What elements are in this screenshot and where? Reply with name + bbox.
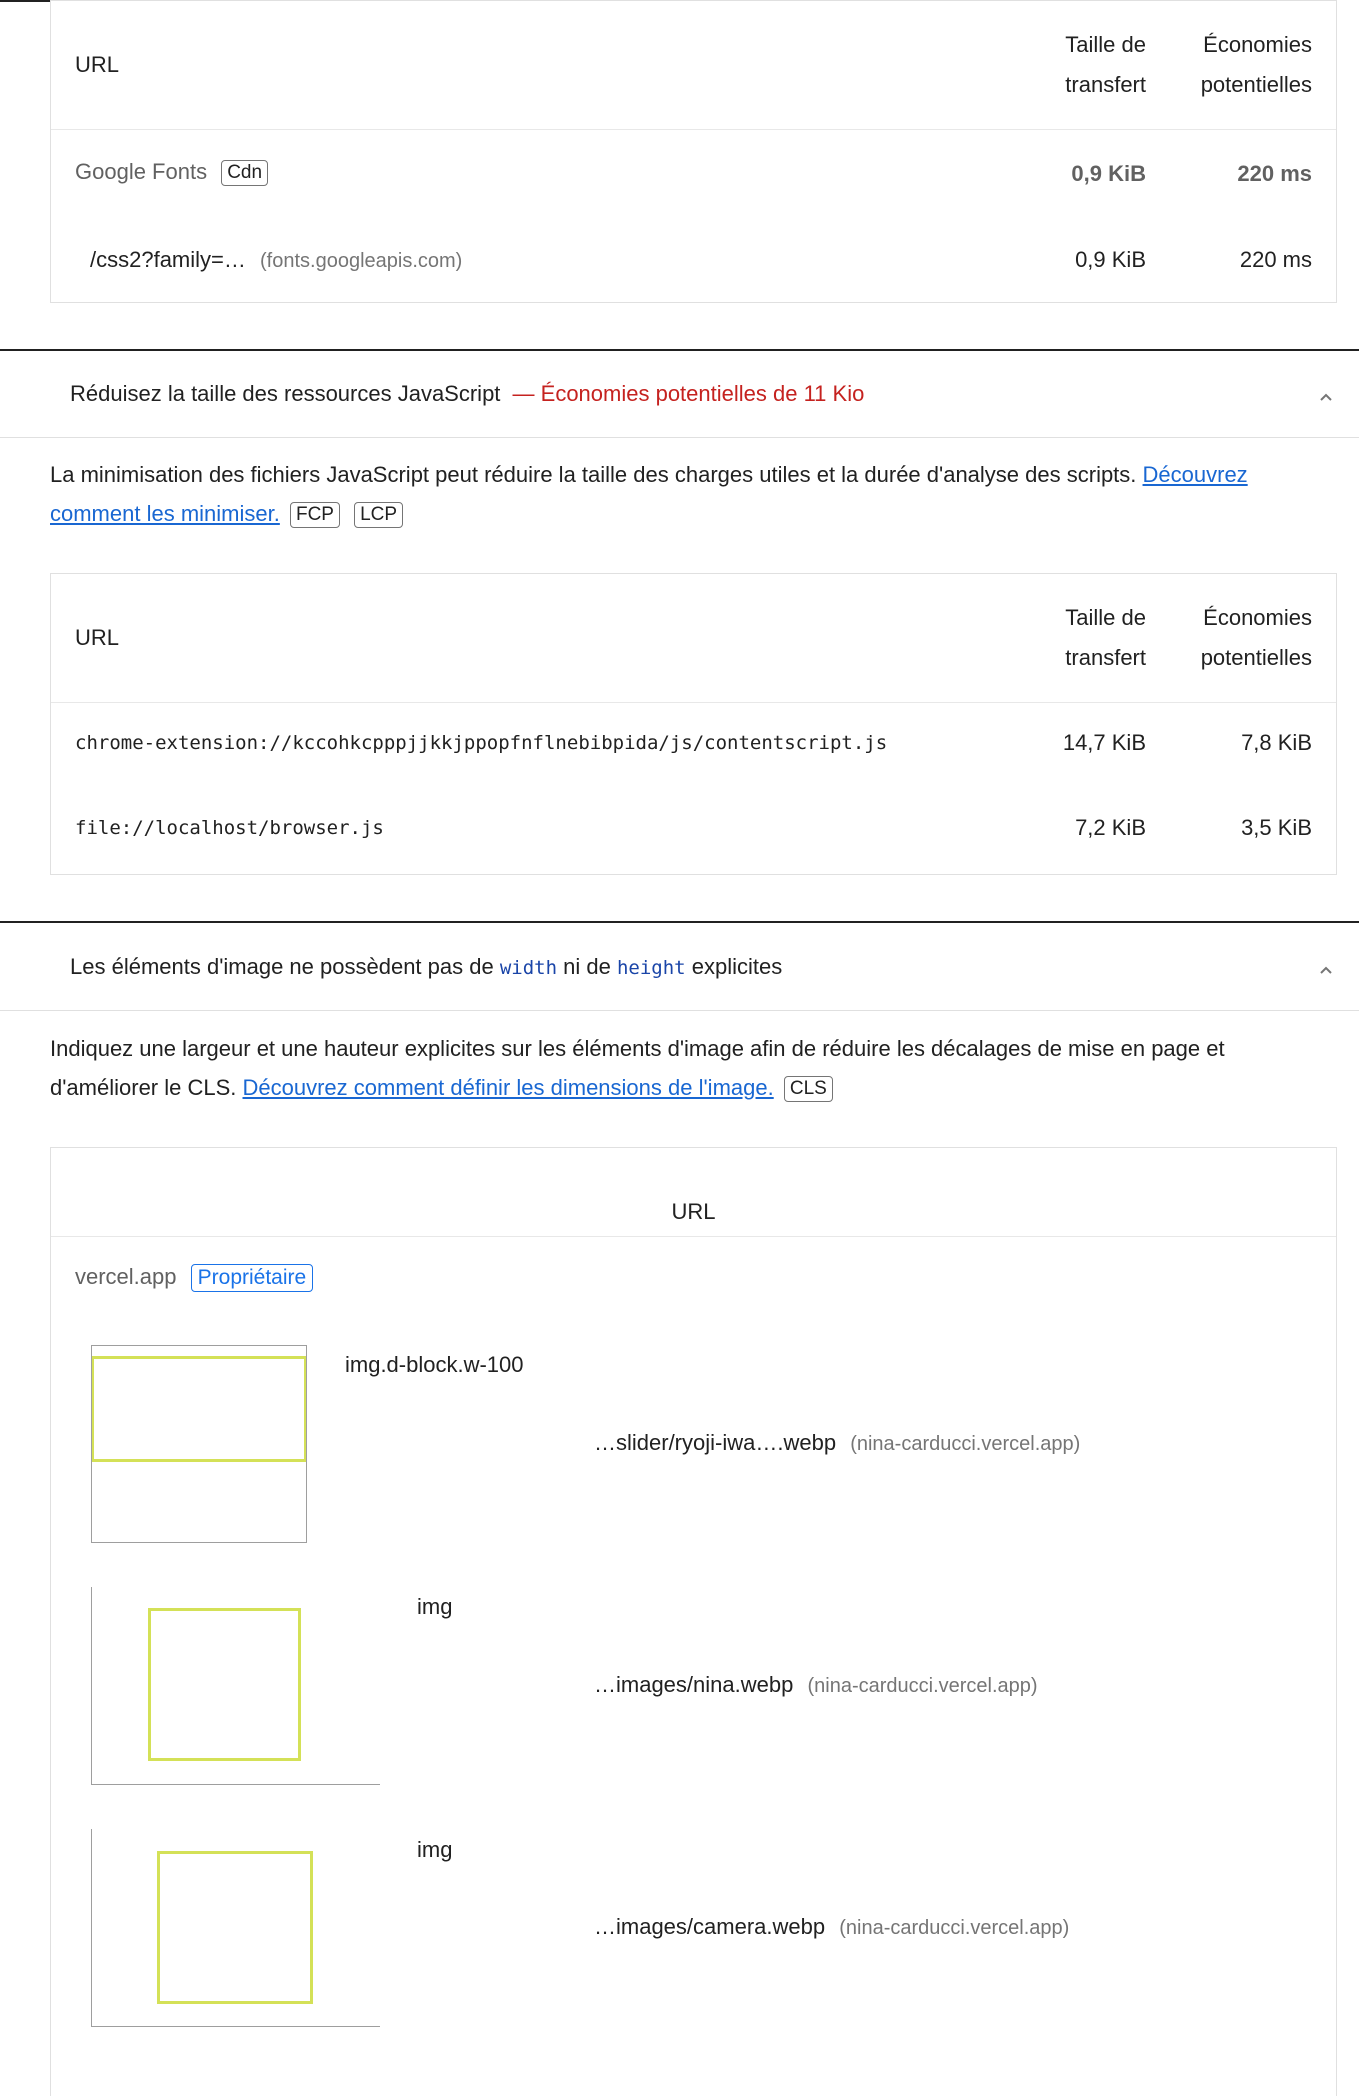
code-height: height — [616, 957, 686, 979]
top-divider — [0, 0, 50, 2]
chevron-up-icon[interactable] — [1319, 963, 1333, 977]
resource-url[interactable]: chrome-extension://kccohkcpppjjkkjppopfn… — [75, 732, 887, 754]
metric-tag-fcp: FCP — [289, 502, 340, 529]
transfer-size: 14,7 KiB — [1062, 730, 1146, 755]
resource-url[interactable]: file://localhost/browser.js — [75, 817, 384, 839]
column-header-savings: Économies potentielles — [1200, 32, 1312, 97]
unsized-images-table: URL vercel.app Propriétaire img.d-block.… — [50, 1147, 1337, 2096]
audit-divider — [0, 349, 1359, 351]
group-transfer-size: 0,9 KiB — [1071, 161, 1146, 186]
potential-savings: 7,8 KiB — [1241, 730, 1312, 755]
resource-url[interactable]: …images/camera.webp — [594, 1914, 825, 1939]
audit-header-separator — [0, 1010, 1359, 1011]
column-header-url: URL — [75, 52, 120, 77]
metric-tag-lcp: LCP — [354, 502, 404, 529]
resource-url[interactable]: /css2?family=… — [90, 247, 246, 272]
learn-more-link-continued[interactable]: comment les minimiser. — [50, 501, 280, 526]
learn-more-link[interactable]: Découvrez — [1143, 462, 1248, 487]
audit-description: La minimisation des fichiers JavaScript … — [50, 455, 1340, 533]
header-separator — [51, 129, 1336, 130]
audit-savings: — Économies potentielles de 11 Kio — [506, 381, 865, 406]
column-header-transfer-size: Taille de transfert — [1065, 32, 1146, 97]
element-selector: img — [417, 1594, 453, 1619]
cdn-badge: Cdn — [221, 160, 269, 187]
resource-host: (nina-carducci.vercel.app) — [807, 1675, 1038, 1697]
first-party-badge: Propriétaire — [190, 1264, 314, 1293]
transfer-size: 7,2 KiB — [1075, 815, 1146, 840]
learn-more-link[interactable]: Découvrez comment définir les dimensions… — [243, 1075, 774, 1100]
audit-description: Indiquez une largeur et une hauteur expl… — [50, 1029, 1340, 1107]
resource-url[interactable]: …images/nina.webp — [594, 1672, 793, 1697]
resource-host: (nina-carducci.vercel.app) — [850, 1433, 1081, 1455]
group-savings: 220 ms — [1237, 161, 1312, 186]
image-thumbnail[interactable] — [91, 1345, 307, 1543]
element-selector: img.d-block.w-100 — [345, 1352, 524, 1377]
potential-savings: 3,5 KiB — [1241, 815, 1312, 840]
resource-host: (fonts.googleapis.com) — [260, 250, 463, 272]
metric-tag-cls: CLS — [783, 1076, 833, 1103]
transfer-size: 0,9 KiB — [1075, 247, 1146, 272]
entity-name: Google Fonts — [75, 159, 208, 184]
audit-title[interactable]: Réduisez la taille des ressources JavaSc… — [70, 381, 864, 407]
column-header-url: URL — [75, 625, 120, 650]
image-thumbnail[interactable] — [91, 1587, 380, 1785]
resource-host: (nina-carducci.vercel.app) — [839, 1917, 1070, 1939]
chevron-up-icon[interactable] — [1319, 390, 1333, 404]
header-separator — [51, 1236, 1336, 1237]
audit-header-separator — [0, 437, 1359, 438]
entity-name: vercel.app — [75, 1264, 177, 1289]
audit-title[interactable]: Les éléments d'image ne possèdent pas de… — [70, 954, 782, 980]
column-header-transfer-size: Taille de transfert — [1065, 605, 1146, 670]
js-resources-table: URL Taille de transfert Économies potent… — [50, 573, 1337, 875]
audit-divider — [0, 921, 1359, 923]
code-width: width — [499, 957, 558, 979]
column-header-url: URL — [671, 1199, 716, 1224]
image-thumbnail[interactable] — [91, 1829, 380, 2027]
third-party-table: URL Taille de transfert Économies potent… — [50, 0, 1337, 303]
element-selector: img — [417, 1837, 453, 1862]
column-header-savings: Économies potentielles — [1200, 605, 1312, 670]
resource-url[interactable]: …slider/ryoji-iwa….webp — [594, 1430, 836, 1455]
header-separator — [51, 702, 1336, 703]
potential-savings: 220 ms — [1239, 247, 1312, 272]
